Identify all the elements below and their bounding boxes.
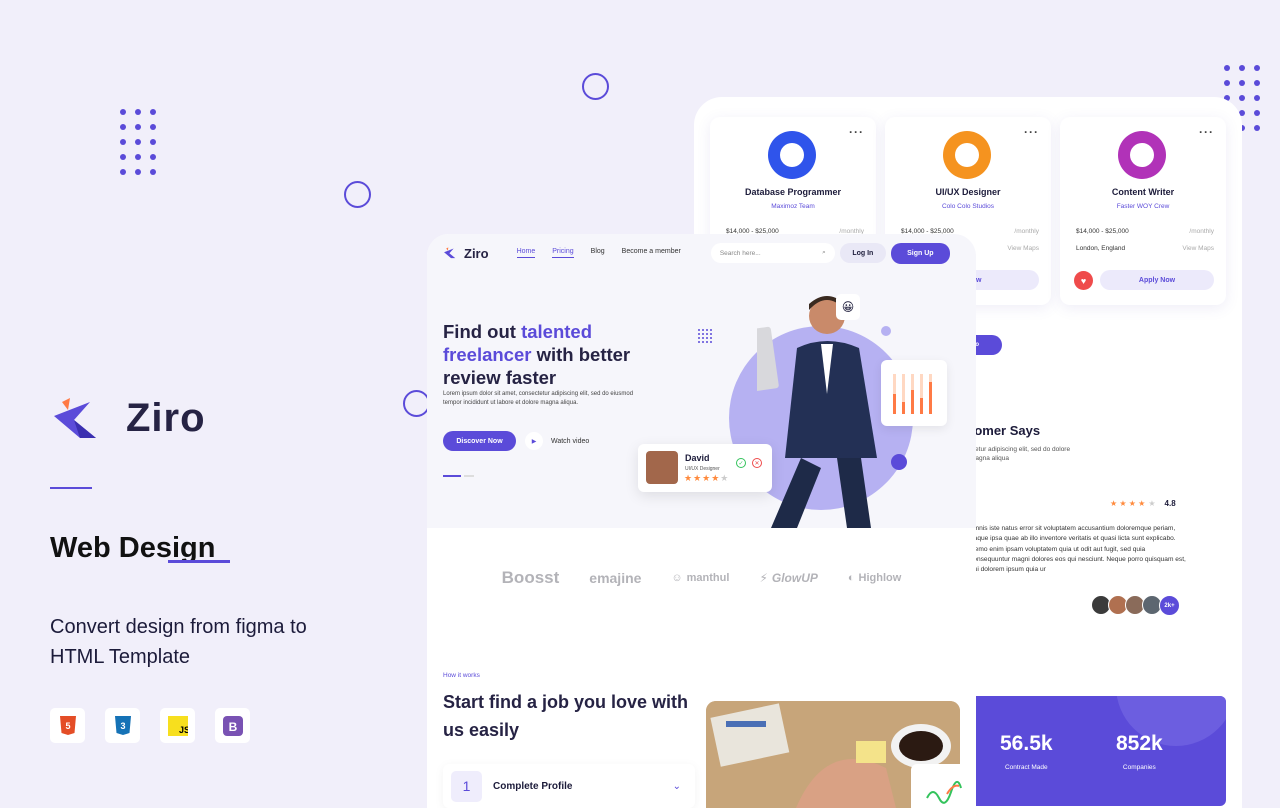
avatar [768,131,816,179]
svg-text:B: B [228,720,237,734]
testimonial-body: omnis iste natus error sit voluptatem ac… [970,525,1186,574]
hero-person-image [757,296,877,528]
view-maps-link[interactable]: View Maps [1007,245,1039,252]
job-company[interactable]: Maximoz Team [710,203,876,210]
bootstrap-icon: B [215,708,250,743]
dot-grid-decoration [698,329,712,343]
star-icon: ★ [1148,499,1156,508]
brand-logos: Boosst emajine ☺ manthul ⚡ GlowUP ◐ Highl… [427,568,976,588]
brand-logo: Ziro [50,396,206,441]
nav-blog[interactable]: Blog [591,248,605,258]
circle-decoration [582,73,609,100]
avatar-count: 2k+ [1159,595,1180,616]
slider-indicator[interactable] [443,475,461,477]
stats-panel: 56.5k Contract Made 852k Companies [970,696,1226,806]
play-icon: ▶ [525,432,543,450]
job-period: /monthly [1014,228,1039,235]
brand-glowup: ⚡ GlowUP [759,571,818,585]
front-screenshot: Ziro Home Pricing Blog Become a member S… [427,234,976,808]
star-rating: ★★★★★ [684,473,730,483]
chart-overlay-card [911,764,976,808]
brand-manthul: ☺ manthul [671,572,730,584]
profile-role: UI/UX Designer [685,466,720,472]
search-icon[interactable]: ⌕ [822,249,826,257]
avatar-group: 2k+ [1091,595,1180,616]
circle-decoration [403,390,430,417]
js-icon: JS [160,708,195,743]
heart-icon[interactable]: ♥ [1074,271,1093,290]
view-maps-link[interactable]: View Maps [1182,245,1214,252]
close-icon[interactable]: ✕ [752,458,762,468]
accordion-step[interactable]: 1 Complete Profile ⌄ [443,764,695,808]
brand-name: Ziro [126,396,206,440]
avatar [646,451,678,484]
discover-button[interactable]: Discover Now [443,431,516,451]
more-icon[interactable]: ··· [849,125,864,139]
search-input[interactable]: Search here... ⌕ [710,243,835,263]
chevron-down-icon[interactable]: ⌄ [673,781,681,792]
step-label: Complete Profile [493,780,573,792]
emoji-badge: 😀 [836,294,860,320]
job-company[interactable]: Faster WOY Crew [1060,203,1226,210]
divider [50,487,92,489]
nav-logo[interactable]: Ziro [443,246,489,261]
hero-paragraph: Lorem ipsum dolor sit amet, consectetur … [443,391,634,406]
more-icon[interactable]: ··· [1024,125,1039,139]
stat-item: 852k Companies [1116,732,1163,771]
brand-boosst: Boosst [501,568,560,587]
svg-text:5: 5 [65,721,70,731]
job-period: /monthly [1189,228,1214,235]
check-icon[interactable]: ✓ [736,458,746,468]
star-icon: ★ ★ ★ ★ [1110,499,1146,508]
nav-links: Home Pricing Blog Become a member [516,248,681,258]
profile-card: David UI/UX Designer ★★★★★ ✓ ✕ [638,444,772,492]
job-location: London, England [1076,245,1126,252]
job-title: Content Writer [1111,187,1175,197]
profile-name: David [685,453,710,463]
signup-button[interactable]: Sign Up [890,242,950,264]
avatar [1118,131,1166,179]
chart-card [881,360,947,426]
hero-section: Ziro Home Pricing Blog Become a member S… [427,234,976,528]
step-number: 1 [451,770,482,802]
html5-icon: 5 [50,708,85,743]
nav-pricing[interactable]: Pricing [552,248,574,258]
navbar: Ziro Home Pricing Blog Become a member S… [443,242,960,264]
section-eyebrow: How it works [443,672,480,679]
stat-item: 56.5k Contract Made [1000,732,1053,771]
job-salary: $14,000 - $25,000 [1076,228,1129,235]
hero-heading: Find out talented freelancer with better… [443,321,631,388]
nav-become-member[interactable]: Become a member [622,248,681,258]
job-title: UI/UX Designer [935,187,1001,197]
rating-value: 4.8 [1164,499,1176,508]
circle-decoration [344,181,371,208]
apply-button[interactable]: Apply Now [1100,270,1214,290]
avatar [943,131,991,179]
nav-home[interactable]: Home [516,248,536,258]
ziro-logo-icon [54,397,96,438]
watch-video-button[interactable]: ▶ Watch video [525,432,589,450]
svg-text:3: 3 [120,721,125,731]
brand-emajine: emajine [589,570,642,586]
circle-decoration [891,454,907,470]
section-title: Start find a job you love with us easily [443,692,689,740]
brand-highlow: ◐ Highlow [847,572,902,584]
job-company[interactable]: Colo Colo Studios [885,203,1051,210]
dot-grid-decoration [120,109,156,175]
tech-stack: 5 3 JS B [50,708,250,743]
page-description: Convert design from figma to HTML Templa… [50,616,307,668]
slider-indicator[interactable] [464,475,474,477]
testimonial-subtitle: ctetur adipiscing elit, sed do dolore ma… [970,446,1071,462]
job-title: Database Programmer [744,187,842,197]
testimonial-title: tomer Says [970,423,1041,438]
svg-text:JS: JS [179,725,188,735]
page-title: Web Design [50,532,230,565]
rating: ★ ★ ★ ★ ★ 4.8 [1110,499,1176,508]
login-button[interactable]: Log In [839,243,886,263]
ziro-logo-icon [444,247,456,259]
css3-icon: 3 [105,708,140,743]
job-card: ··· Content Writer Faster WOY Crew $14,0… [1060,117,1226,305]
more-icon[interactable]: ··· [1199,125,1214,139]
